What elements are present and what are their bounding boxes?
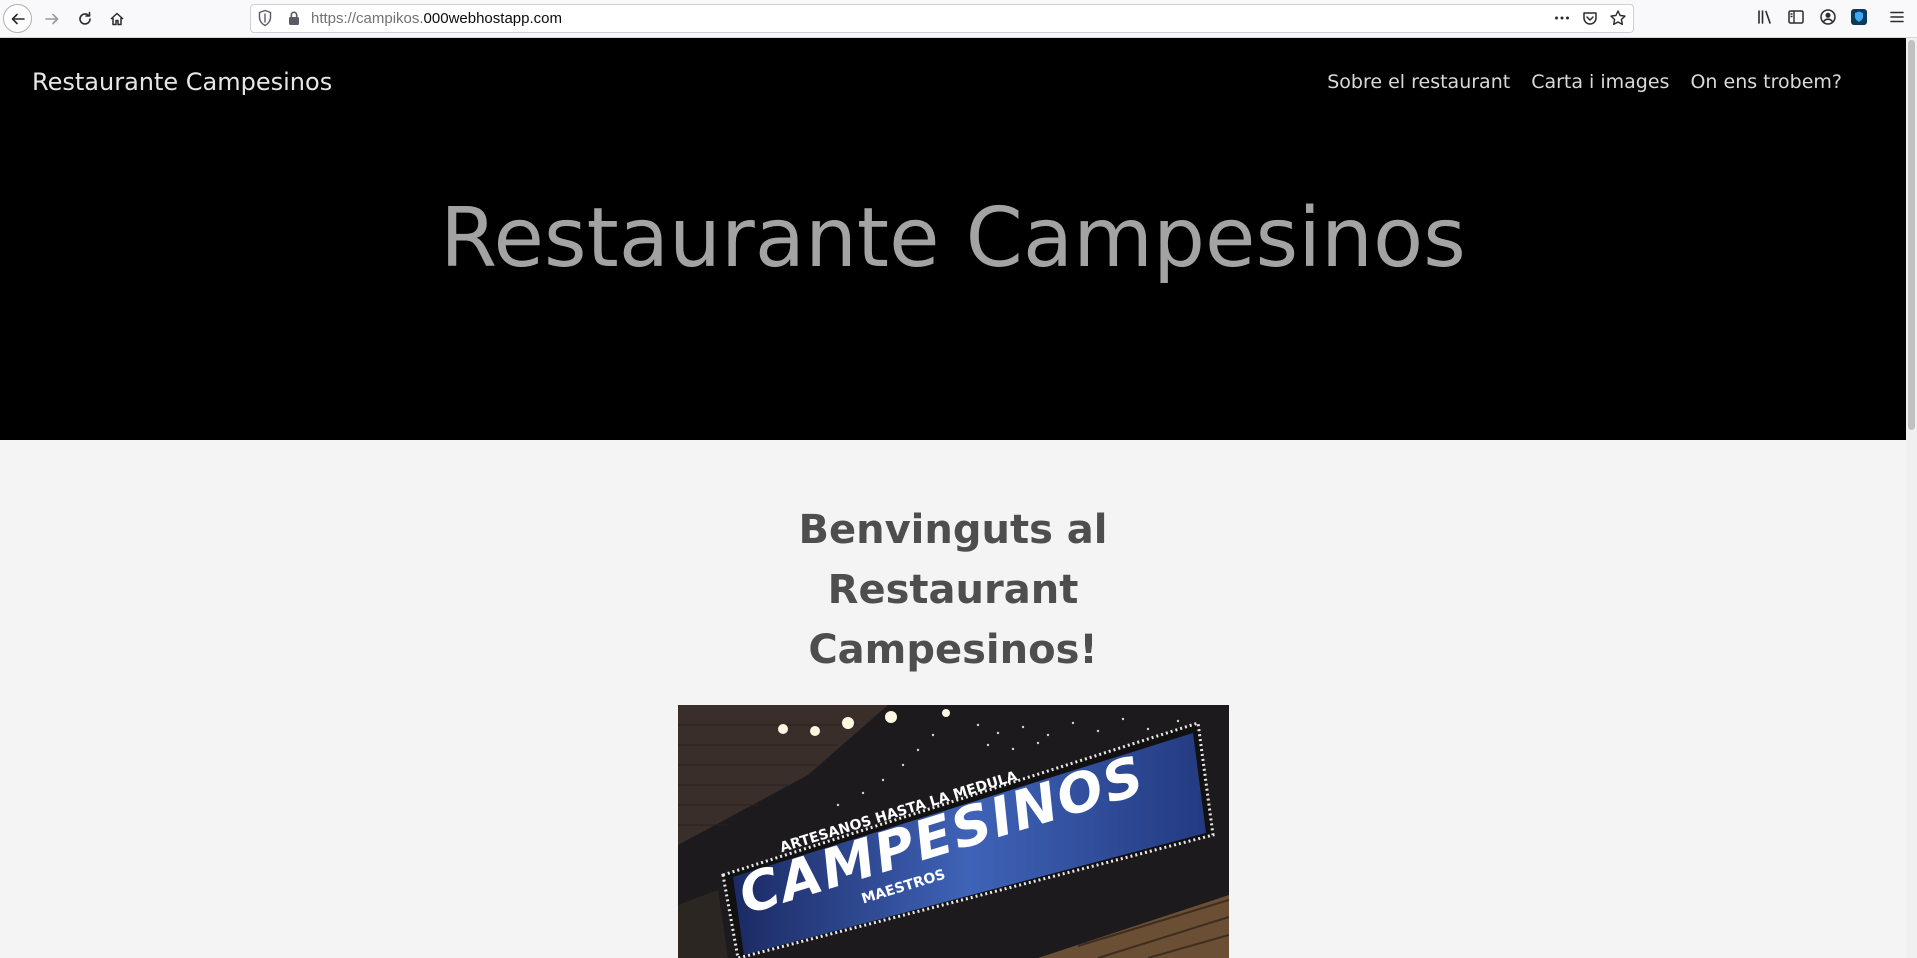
main-nav: Sobre el restaurant Carta i images On en… [1327, 71, 1842, 93]
sidebar-icon[interactable] [1787, 8, 1805, 30]
hero-header: Restaurante Campesinos Sobre el restaura… [0, 38, 1906, 440]
address-bar[interactable]: https://campikos.000webhostapp.com [250, 4, 1634, 33]
forward-button[interactable] [37, 4, 67, 34]
url-text[interactable]: https://campikos.000webhostapp.com [311, 10, 562, 27]
nav-link-about[interactable]: Sobre el restaurant [1327, 71, 1510, 93]
extension-shield-icon[interactable] [1850, 8, 1868, 30]
home-icon [110, 12, 124, 26]
account-icon[interactable] [1819, 8, 1837, 30]
star-icon[interactable] [1609, 9, 1627, 31]
url-prefix: https://campikos. [311, 10, 424, 27]
ellipsis-icon[interactable] [1553, 9, 1571, 31]
browser-toolbar: https://campikos.000webhostapp.com [0, 0, 1917, 38]
scrollbar-thumb[interactable] [1908, 40, 1915, 430]
shield-icon[interactable] [257, 9, 273, 31]
web-page: Restaurante Campesinos Sobre el restaura… [0, 38, 1906, 958]
restaurant-photo: ARTESANOS HASTA LA MEDULA CAMPESINOS MAE… [678, 705, 1229, 958]
forward-arrow-icon [45, 13, 59, 25]
welcome-heading: Benvinguts al Restaurant Campesinos! [798, 507, 1108, 673]
reload-button[interactable] [70, 4, 100, 34]
back-button[interactable] [3, 4, 32, 33]
hero-title: Restaurante Campesinos [440, 191, 1466, 286]
hamburger-menu-icon[interactable] [1888, 8, 1906, 30]
reload-icon [79, 11, 91, 25]
lock-icon[interactable] [287, 10, 301, 30]
nav-link-menu-images[interactable]: Carta i images [1531, 71, 1669, 93]
pocket-icon[interactable] [1581, 9, 1599, 31]
site-brand-link[interactable]: Restaurante Campesinos [32, 68, 332, 96]
page-scrollbar[interactable] [1906, 38, 1917, 958]
url-domain: 000webhostapp.com [423, 10, 562, 27]
home-button[interactable] [102, 4, 132, 34]
library-icon[interactable] [1756, 8, 1774, 30]
nav-link-location[interactable]: On ens trobem? [1690, 71, 1842, 93]
back-arrow-icon [11, 13, 25, 24]
